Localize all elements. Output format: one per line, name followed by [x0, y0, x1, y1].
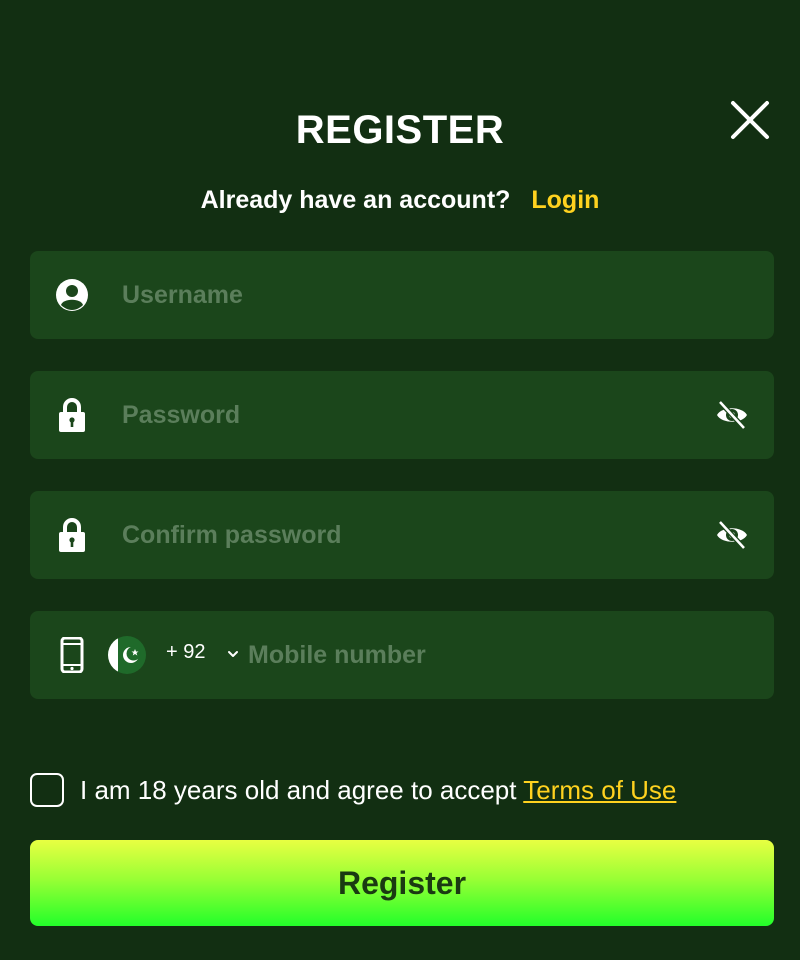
username-input[interactable]: [122, 251, 702, 339]
terms-of-use-link[interactable]: Terms of Use: [523, 775, 676, 805]
register-modal: REGISTER Already have an account? Login: [0, 0, 800, 960]
close-icon: [731, 101, 769, 139]
eye-off-icon: [717, 400, 747, 430]
close-button[interactable]: [728, 98, 772, 142]
user-circle-icon: [52, 275, 92, 315]
mobile-phone-icon: [52, 635, 92, 675]
login-prompt-text: Already have an account?: [200, 186, 511, 214]
pakistan-flag-icon: [108, 636, 146, 674]
country-selector[interactable]: [108, 636, 146, 674]
password-visibility-toggle[interactable]: [714, 397, 750, 433]
terms-checkbox[interactable]: [30, 773, 64, 807]
register-button[interactable]: Register: [30, 840, 774, 926]
mobile-field: + 92: [30, 611, 774, 699]
country-code[interactable]: + 92: [166, 641, 205, 664]
mobile-number-input[interactable]: [248, 611, 748, 699]
confirm-password-field: [30, 491, 774, 579]
confirm-password-input[interactable]: [122, 491, 702, 579]
eye-off-icon: [717, 520, 747, 550]
terms-text: I am 18 years old and agree to accept: [80, 774, 524, 805]
terms-label: I am 18 years old and agree to accept Te…: [80, 775, 676, 806]
login-link[interactable]: Login: [531, 186, 599, 214]
modal-title: REGISTER: [295, 108, 505, 152]
terms-agreement: I am 18 years old and agree to accept Te…: [30, 770, 790, 810]
chevron-down-icon[interactable]: [226, 647, 240, 661]
password-input[interactable]: [122, 371, 702, 459]
login-prompt: Already have an account? Login: [0, 186, 800, 215]
lock-icon: [52, 515, 92, 555]
password-field: [30, 371, 774, 459]
username-field: [30, 251, 774, 339]
confirm-password-visibility-toggle[interactable]: [714, 517, 750, 553]
lock-icon: [52, 395, 92, 435]
